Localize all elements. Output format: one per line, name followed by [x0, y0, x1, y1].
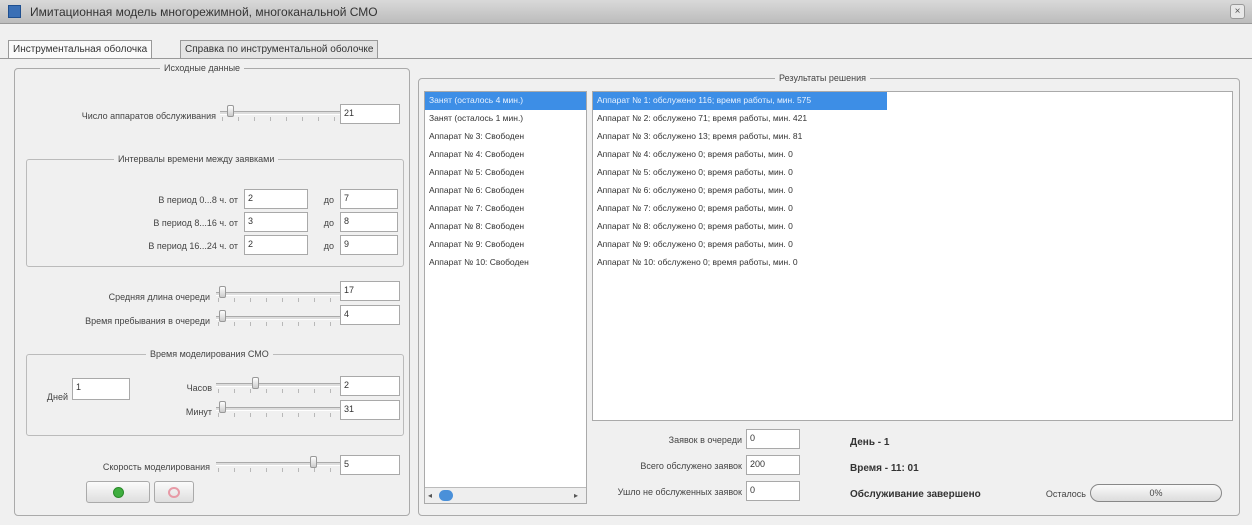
scroll-left-icon[interactable]: ◂ [428, 491, 432, 500]
stats-item-3[interactable]: Аппарат № 3: обслужено 13; время работы,… [593, 128, 887, 146]
start-button[interactable] [86, 481, 150, 503]
tab-help[interactable]: Справка по инструментальной оболочке [180, 40, 379, 58]
days-label: Дней [46, 392, 68, 402]
stop-button[interactable] [154, 481, 194, 503]
stats-item-6[interactable]: Аппарат № 6: обслужено 0; время работы, … [593, 182, 887, 200]
interval-row-2-label: В период 8...16 ч. от [153, 218, 238, 228]
queue-length-slider[interactable] [216, 285, 340, 303]
interval-row-1-label: В период 0...8 ч. от [158, 195, 238, 205]
hours-slider[interactable] [216, 376, 340, 394]
stats-item-4[interactable]: Аппарат № 4: обслужено 0; время работы, … [593, 146, 887, 164]
window-title: Имитационная модель многорежимной, много… [30, 5, 378, 19]
day-status: День - 1 [850, 437, 890, 448]
results-title: Результаты решения [775, 72, 871, 84]
served-value: 200 [746, 455, 800, 475]
days-input[interactable]: 1 [72, 378, 130, 400]
sim-time-title: Время моделирования СМО [146, 348, 273, 360]
queue-time-slider-thumb[interactable] [219, 310, 227, 322]
status-item-2[interactable]: Занят (осталось 1 мин.) [425, 110, 586, 128]
stats-item-9[interactable]: Аппарат № 9: обслужено 0; время работы, … [593, 236, 887, 254]
status-item-8[interactable]: Аппарат № 8: Свободен [425, 218, 586, 236]
interval-row-1-to[interactable]: 7 [340, 189, 398, 209]
interval-row-2-to-label: до [323, 218, 334, 228]
title-bar: Имитационная модель многорежимной, много… [0, 0, 1252, 24]
minutes-slider-thumb[interactable] [219, 401, 227, 413]
stats-item-2[interactable]: Аппарат № 2: обслужено 71; время работы,… [593, 110, 887, 128]
stats-item-7[interactable]: Аппарат № 7: обслужено 0; время работы, … [593, 200, 887, 218]
device-stats-list[interactable]: Аппарат № 1: обслужено 116; время работы… [592, 91, 1233, 421]
stop-icon [168, 487, 180, 498]
interval-row-2-to[interactable]: 8 [340, 212, 398, 232]
tab-shell[interactable]: Инструментальная оболочка [8, 40, 153, 58]
queue-time-slider[interactable] [216, 309, 340, 327]
speed-slider-thumb[interactable] [309, 456, 317, 468]
queue-length-slider-thumb[interactable] [219, 286, 227, 298]
status-item-6[interactable]: Аппарат № 6: Свободен [425, 182, 586, 200]
completion-status: Обслуживание завершено [850, 489, 981, 500]
progress-text: 0% [1149, 488, 1163, 498]
interval-row-3-from[interactable]: 2 [244, 235, 308, 255]
stats-item-10[interactable]: Аппарат № 10: обслужено 0; время работы,… [593, 254, 887, 272]
time-status: Время - 11: 01 [850, 463, 919, 474]
status-item-5[interactable]: Аппарат № 5: Свободен [425, 164, 586, 182]
devices-label: Число аппаратов обслуживания [81, 111, 216, 121]
hours-slider-thumb[interactable] [251, 377, 259, 389]
play-icon [113, 487, 124, 498]
minutes-slider[interactable] [216, 400, 340, 418]
close-button[interactable]: × [1230, 4, 1245, 19]
intervals-title: Интервалы времени между заявками [114, 153, 279, 165]
stats-item-5[interactable]: Аппарат № 5: обслужено 0; время работы, … [593, 164, 887, 182]
interval-row-1-from[interactable]: 2 [244, 189, 308, 209]
queue-length-input[interactable]: 17 [340, 281, 400, 301]
interval-row-2-from[interactable]: 3 [244, 212, 308, 232]
minutes-label: Минут [185, 407, 212, 417]
status-item-1[interactable]: Занят (осталось 4 мин.) [425, 92, 586, 110]
remaining-label: Осталось [1045, 489, 1086, 499]
interval-row-3-to[interactable]: 9 [340, 235, 398, 255]
progress-bar: 0% [1090, 484, 1222, 502]
scroll-right-icon[interactable]: ▸ [574, 491, 578, 500]
input-data-title: Исходные данные [160, 62, 245, 74]
interval-row-3-to-label: до [323, 241, 334, 251]
served-label: Всего обслужено заявок [640, 461, 742, 471]
queue-length-label: Средняя длина очереди [108, 292, 210, 302]
devices-slider-thumb[interactable] [226, 105, 234, 117]
in-queue-value: 0 [746, 429, 800, 449]
stats-item-1[interactable]: Аппарат № 1: обслужено 116; время работы… [593, 92, 887, 110]
hours-input[interactable]: 2 [340, 376, 400, 396]
in-queue-label: Заявок в очереди [668, 435, 742, 445]
device-status-list[interactable]: Занят (осталось 4 мин.) Занят (осталось … [424, 91, 587, 504]
app-icon [8, 5, 21, 18]
lost-label: Ушло не обслуженных заявок [617, 487, 742, 497]
speed-label: Скорость моделирования [102, 462, 210, 472]
status-item-10[interactable]: Аппарат № 10: Свободен [425, 254, 586, 272]
lost-value: 0 [746, 481, 800, 501]
interval-row-3-label: В период 16...24 ч. от [148, 241, 238, 251]
devices-slider[interactable] [220, 104, 340, 122]
stats-item-8[interactable]: Аппарат № 8: обслужено 0; время работы, … [593, 218, 887, 236]
minutes-input[interactable]: 31 [340, 400, 400, 420]
queue-time-input[interactable]: 4 [340, 305, 400, 325]
queue-time-label: Время пребывания в очереди [85, 316, 210, 326]
status-item-9[interactable]: Аппарат № 9: Свободен [425, 236, 586, 254]
horizontal-scrollbar[interactable]: ◂ ▸ [425, 487, 586, 503]
devices-input[interactable]: 21 [340, 104, 400, 124]
status-item-3[interactable]: Аппарат № 3: Свободен [425, 128, 586, 146]
status-item-4[interactable]: Аппарат № 4: Свободен [425, 146, 586, 164]
hours-label: Часов [186, 383, 212, 393]
speed-slider[interactable] [216, 455, 340, 473]
speed-input[interactable]: 5 [340, 455, 400, 475]
tab-divider [0, 58, 1252, 59]
interval-row-1-to-label: до [323, 195, 334, 205]
status-item-7[interactable]: Аппарат № 7: Свободен [425, 200, 586, 218]
scroll-thumb[interactable] [439, 490, 453, 501]
